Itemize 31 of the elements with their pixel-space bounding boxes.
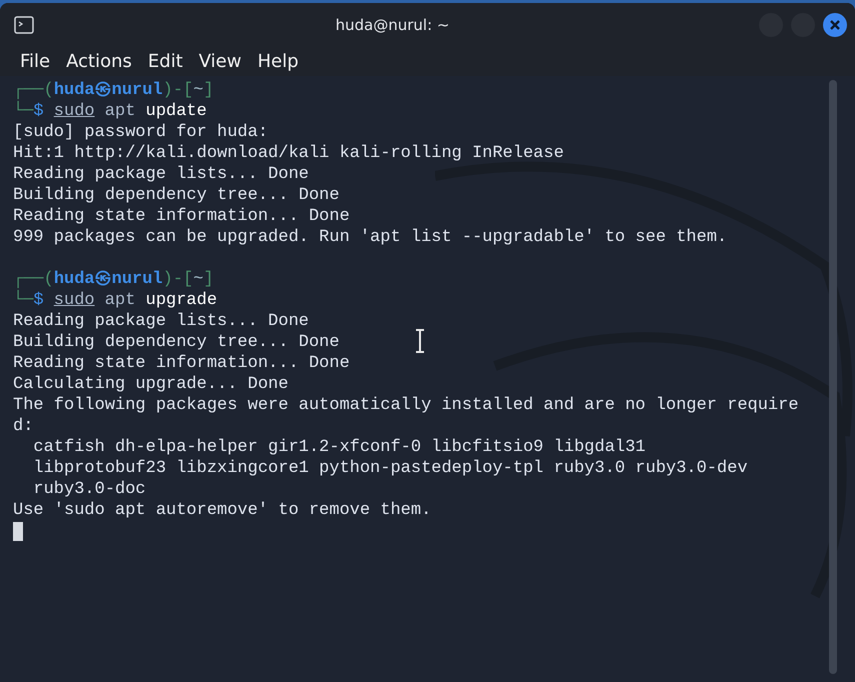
- text-cursor-icon: [415, 329, 425, 353]
- window-title: huda@nurul: ~: [334, 16, 450, 34]
- prompt-line: ┌──(huda㉿nurul)-[~]: [13, 269, 214, 290]
- output-line: [sudo] password for huda:: [13, 122, 268, 143]
- output-line: libprotobuf23 libzxingcore1 python-pastedeploy-tpl ruby3.0 ruby3.0-dev: [32, 458, 748, 479]
- menu-item[interactable]: View: [190, 50, 250, 72]
- close-button[interactable]: [823, 12, 847, 36]
- output-line: Calculating upgrade... Done: [13, 374, 288, 395]
- output-line: Use 'sudo apt autoremove' to remove them.: [13, 500, 432, 521]
- close-icon: [829, 18, 841, 30]
- output-line: catfish dh-elpa-helper gir1.2-xfconf-0 libcfitsio9 libgdal31: [32, 437, 646, 458]
- output-line: d:: [13, 416, 34, 437]
- menu-item[interactable]: Help: [249, 50, 307, 72]
- output-line: 999 packages can be upgraded. Run 'apt list --upgradable' to see them.: [13, 227, 728, 248]
- output-line: Reading package lists... Done: [13, 164, 309, 185]
- output-line: The following packages were automatically installed and are no longer require: [13, 395, 799, 416]
- command-line: └─$ sudo apt upgrade: [13, 290, 218, 311]
- menu-item[interactable]: Edit: [140, 50, 191, 72]
- menu-item[interactable]: Actions: [58, 50, 140, 72]
- terminal-icon: [14, 16, 34, 34]
- output-line: Building dependency tree... Done: [13, 185, 340, 206]
- output-line: Hit:1 http://kali.download/kali kali-rolling InRelease: [13, 143, 564, 164]
- command-line: └─$ sudo apt update: [13, 101, 207, 122]
- scrollbar[interactable]: [829, 80, 837, 674]
- menu-item[interactable]: File: [12, 50, 58, 72]
- output-line: Reading state information... Done: [13, 353, 350, 374]
- output-line: ruby3.0-doc: [32, 479, 146, 500]
- output-line: Reading state information... Done: [13, 206, 350, 227]
- prompt-line: ┌──(huda㉿nurul)-[~]: [13, 80, 214, 100]
- output-line: Reading package lists... Done: [13, 311, 309, 332]
- output-line: Building dependency tree... Done: [13, 332, 340, 353]
